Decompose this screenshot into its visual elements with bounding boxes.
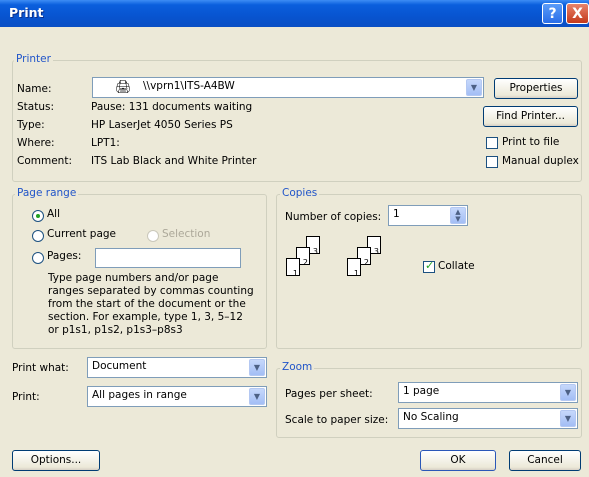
chevron-down-icon[interactable]: ▼ bbox=[249, 388, 265, 405]
comment-value: ITS Lab Black and White Printer bbox=[91, 155, 257, 167]
pages-label: Pages: bbox=[47, 250, 82, 262]
printer-legend: Printer bbox=[14, 53, 53, 65]
checkmark-icon: ✓ bbox=[425, 259, 435, 272]
copies-value: 1 bbox=[393, 208, 400, 220]
page-range-legend: Page range bbox=[15, 187, 79, 199]
chevron-down-icon[interactable]: ▼ bbox=[466, 79, 482, 96]
current-page-radio[interactable] bbox=[32, 230, 44, 242]
scale-value: No Scaling bbox=[403, 411, 459, 423]
print-what-label: Print what: bbox=[12, 362, 69, 374]
scale-dropdown[interactable]: No Scaling ▼ bbox=[398, 408, 578, 429]
chevron-down-icon[interactable]: ▼ bbox=[249, 359, 265, 376]
number-of-copies-label: Number of copies: bbox=[285, 211, 382, 223]
help-button[interactable]: ? bbox=[542, 3, 563, 24]
pages-per-sheet-value: 1 page bbox=[403, 385, 440, 397]
zoom-legend: Zoom bbox=[280, 361, 315, 373]
scale-label: Scale to paper size: bbox=[285, 414, 389, 426]
page-range-help-text: Type page numbers and/or page ranges sep… bbox=[48, 272, 254, 336]
collate-illustration-1: 3 2 1 bbox=[285, 236, 345, 296]
print-label: Print: bbox=[12, 391, 40, 403]
cancel-button[interactable]: Cancel bbox=[509, 450, 581, 471]
manual-duplex-label: Manual duplex bbox=[502, 155, 579, 167]
title-bar bbox=[0, 0, 589, 27]
collate-illustration-2: 3 2 1 bbox=[346, 236, 406, 296]
window-title: Print bbox=[9, 5, 44, 20]
selection-label: Selection bbox=[162, 228, 211, 240]
print-what-dropdown[interactable]: Document ▼ bbox=[87, 357, 267, 378]
where-label: Where: bbox=[17, 137, 55, 149]
printer-name-value: \\vprn1\ITS-A4BW bbox=[143, 80, 235, 92]
current-page-label: Current page bbox=[47, 228, 116, 240]
copies-legend: Copies bbox=[280, 187, 320, 199]
all-radio[interactable] bbox=[32, 210, 44, 222]
comment-label: Comment: bbox=[17, 155, 72, 167]
find-printer-button[interactable]: Find Printer... bbox=[483, 106, 578, 127]
print-to-file-checkbox[interactable] bbox=[486, 137, 498, 149]
ok-button[interactable]: OK bbox=[420, 450, 496, 471]
print-value: All pages in range bbox=[92, 389, 187, 401]
all-label: All bbox=[47, 208, 61, 220]
print-to-file-label: Print to file bbox=[502, 136, 560, 148]
pages-radio[interactable] bbox=[32, 252, 44, 264]
selection-radio bbox=[147, 230, 159, 242]
chevron-down-icon[interactable]: ▼ bbox=[560, 384, 576, 401]
collate-checkbox[interactable]: ✓ bbox=[423, 259, 435, 273]
status-label: Status: bbox=[17, 101, 54, 113]
manual-duplex-checkbox[interactable] bbox=[486, 156, 498, 168]
printer-icon: 🖨 bbox=[115, 80, 132, 95]
printer-name-label: Name: bbox=[17, 83, 52, 95]
close-button[interactable]: X bbox=[566, 3, 589, 24]
type-value: HP LaserJet 4050 Series PS bbox=[91, 119, 233, 131]
print-what-value: Document bbox=[92, 360, 147, 372]
where-value: LPT1: bbox=[91, 137, 120, 149]
options-button[interactable]: Options... bbox=[12, 450, 100, 471]
copies-spinner[interactable]: 1 ▲ ▼ bbox=[388, 205, 468, 226]
printer-name-dropdown[interactable]: 🖨 \\vprn1\ITS-A4BW ▼ bbox=[92, 77, 484, 98]
chevron-down-icon[interactable]: ▼ bbox=[560, 410, 576, 427]
collate-label: Collate bbox=[438, 260, 475, 272]
pages-input[interactable] bbox=[95, 248, 241, 268]
type-label: Type: bbox=[17, 119, 45, 131]
pages-per-sheet-label: Pages per sheet: bbox=[285, 388, 373, 400]
status-value: Pause: 131 documents waiting bbox=[91, 101, 253, 113]
properties-button[interactable]: Properties bbox=[494, 78, 578, 99]
pages-per-sheet-dropdown[interactable]: 1 page ▼ bbox=[398, 382, 578, 403]
print-dropdown[interactable]: All pages in range ▼ bbox=[87, 386, 267, 407]
spinner-arrows-icon[interactable]: ▲ ▼ bbox=[450, 207, 466, 224]
